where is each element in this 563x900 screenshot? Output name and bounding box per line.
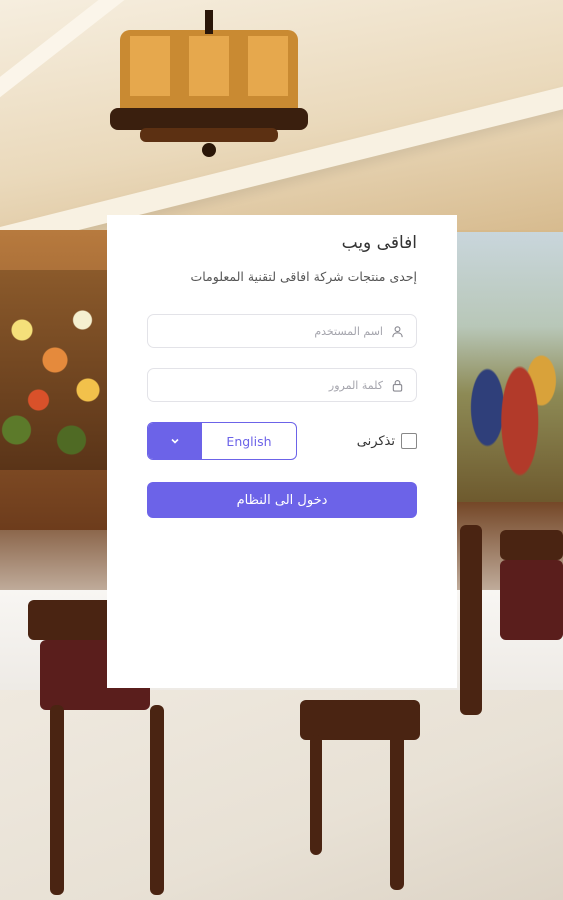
chair-leg [50,705,64,895]
login-card: افاقى ويب إحدى منتجات شركة افاقى لتقنية … [107,215,457,688]
chair [500,530,563,560]
app-title: افاقى ويب [341,233,417,253]
chair-leg [310,735,322,855]
flower-arrangement [0,270,110,470]
floor [0,690,563,900]
password-field[interactable]: كلمة المرور [147,368,417,402]
remember-me[interactable]: تذكرنى [357,433,417,449]
chandelier [110,10,308,157]
chair-leg [150,705,164,895]
remember-label: تذكرنى [356,433,395,449]
chair [500,560,563,640]
wall-mural [455,232,563,502]
lock-icon [391,379,404,392]
chair [460,525,482,715]
language-select[interactable]: English [147,422,297,460]
remember-checkbox[interactable] [401,433,417,449]
app-subtitle: إحدى منتجات شركة افاقى لتقنية المعلومات [190,269,417,284]
language-value: English [226,433,272,449]
username-field[interactable]: اسم المستخدم [147,314,417,348]
user-icon [391,325,404,338]
login-button[interactable]: دخول الى النظام [147,482,417,518]
password-placeholder: كلمة المرور [328,378,383,392]
chair-leg [390,700,404,890]
username-placeholder: اسم المستخدم [314,324,383,338]
chevron-down-icon[interactable] [148,423,202,459]
